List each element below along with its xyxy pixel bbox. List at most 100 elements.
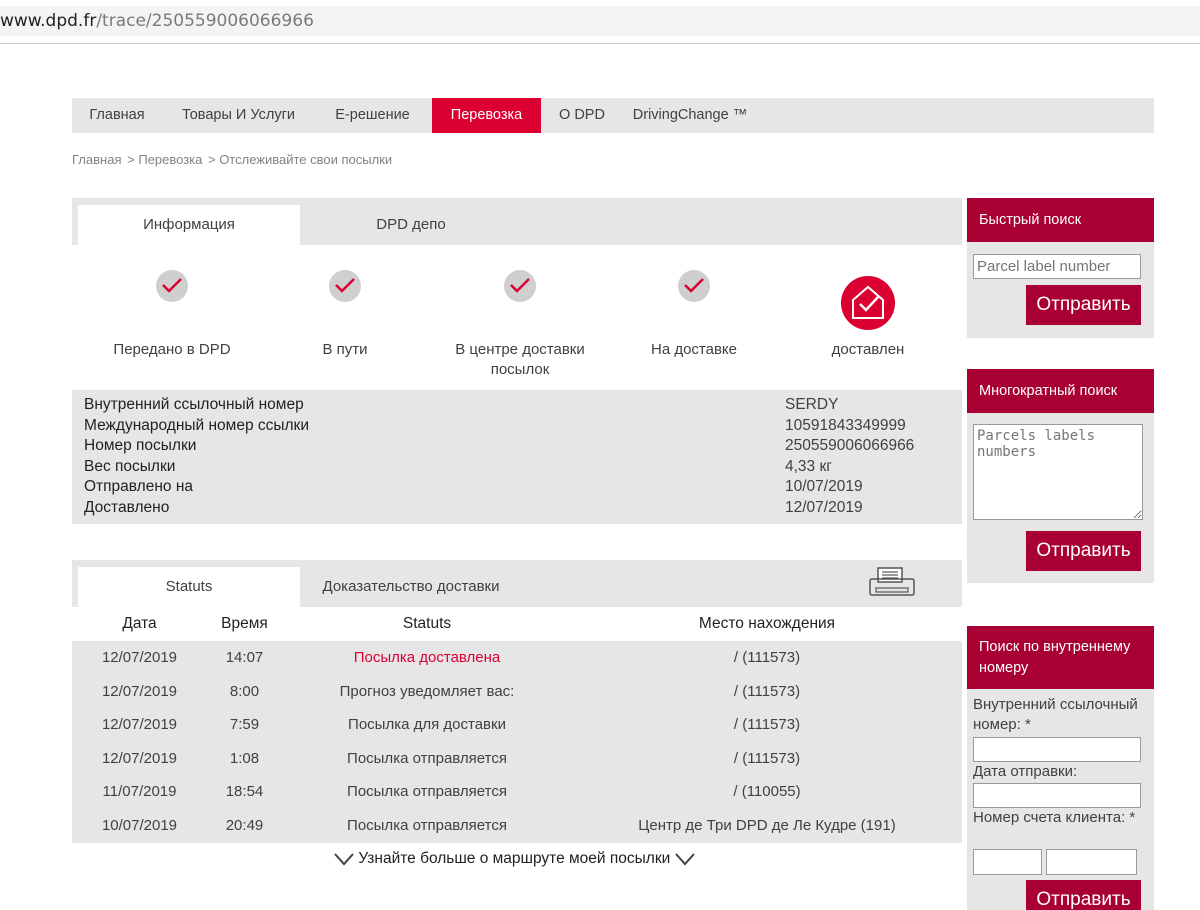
step-label: На доставке bbox=[650, 341, 738, 358]
info-value: 250559006066966 bbox=[785, 437, 915, 454]
event-status: Посылка доставлена bbox=[353, 649, 501, 666]
check-icon bbox=[329, 270, 361, 302]
nav-item-products[interactable]: Товары И Услуги bbox=[168, 98, 309, 133]
info-tabs: Информация DPD депо bbox=[72, 198, 962, 245]
reference-search-submit-button[interactable]: Отправить bbox=[1026, 880, 1141, 910]
chevron-down-icon bbox=[674, 853, 695, 866]
info-key: Номер посылки bbox=[84, 437, 197, 454]
info-value: 12/07/2019 bbox=[785, 498, 863, 516]
info-key: Международный номер ссылки bbox=[84, 416, 309, 434]
nav-item-about[interactable]: О DPD bbox=[549, 98, 615, 133]
table-row: 12/07/2019 1:08 Посылка отправляется / (… bbox=[72, 742, 962, 776]
event-time: 18:54 bbox=[225, 783, 264, 800]
step-delivered: доставлен bbox=[813, 276, 923, 360]
event-date: 10/07/2019 bbox=[101, 816, 178, 834]
reference-number-field[interactable] bbox=[973, 737, 1141, 762]
parcels-labels-textarea[interactable] bbox=[973, 424, 1143, 520]
info-value: SERDY bbox=[785, 396, 839, 413]
more-route-label: Узнайте больше о маршруте моей посылки bbox=[358, 850, 671, 867]
step-label: доставлен bbox=[831, 341, 905, 358]
info-value: 4,33 кг bbox=[785, 457, 832, 475]
event-time: 20:49 bbox=[225, 816, 264, 834]
breadcrumb-current: > Отслеживайте свои посылки bbox=[207, 152, 393, 167]
ship-date-label: Дата отправки: bbox=[973, 763, 1078, 780]
reference-search-title: Поиск по внутреннему номеру bbox=[967, 626, 1154, 689]
url-text[interactable]: www.dpd.fr/trace/250559006066966 bbox=[0, 11, 314, 31]
event-status: Посылка отправляется bbox=[347, 749, 507, 767]
tab-dpd-depot[interactable]: DPD депо bbox=[300, 205, 522, 245]
info-key: Отправлено на bbox=[84, 478, 193, 495]
table-row: 12/07/2019 14:07 Посылка доставлена / (1… bbox=[72, 641, 962, 675]
tab-information[interactable]: Информация bbox=[78, 205, 300, 245]
info-key: Внутренний ссылочный номер bbox=[84, 396, 304, 413]
event-status: Посылка отправляется bbox=[347, 783, 507, 800]
event-date: 12/07/2019 bbox=[101, 682, 178, 700]
quick-search-title: Быстрый поиск bbox=[967, 198, 1154, 242]
url-path: /trace/250559006066966 bbox=[96, 11, 314, 31]
event-place: / (110055) bbox=[733, 783, 801, 800]
info-row: Внутренний ссылочный номер SERDY bbox=[72, 396, 962, 417]
event-place: / (111573) bbox=[733, 682, 801, 700]
quick-search-box: Быстрый поиск Отправить bbox=[967, 198, 1154, 338]
header-status: Statuts bbox=[402, 615, 452, 632]
info-row: Международный номер ссылки 10591843349999 bbox=[72, 417, 962, 438]
table-body: 12/07/2019 14:07 Посылка доставлена / (1… bbox=[72, 641, 962, 843]
quick-search-submit-button[interactable]: Отправить bbox=[1026, 285, 1141, 325]
multi-search-title: Многократный поиск bbox=[967, 369, 1154, 413]
table-row: 12/07/2019 7:59 Посылка для доставки / (… bbox=[72, 708, 962, 742]
header-time: Время bbox=[221, 615, 268, 632]
nav-item-e-solutions[interactable]: E-решение bbox=[316, 98, 429, 133]
url-host: www.dpd.fr bbox=[0, 11, 97, 31]
info-value: 10591843349999 bbox=[785, 416, 906, 434]
tab-statuts[interactable]: Statuts bbox=[78, 567, 300, 607]
check-icon bbox=[156, 270, 188, 302]
parcel-info-table: Внутренний ссылочный номер SERDY Междунар… bbox=[72, 390, 962, 524]
event-status: Посылка отправляется bbox=[347, 816, 507, 834]
step-at-depot: В центре доставки посылок bbox=[440, 270, 600, 380]
step-in-transit: В пути bbox=[295, 270, 395, 360]
table-row: 10/07/2019 20:49 Посылка отправляется Це… bbox=[72, 809, 962, 843]
event-place: Центр де Три DPD де Ле Кудре (191) bbox=[638, 816, 896, 834]
event-date: 12/07/2019 bbox=[101, 649, 178, 666]
ship-date-field[interactable] bbox=[973, 783, 1141, 808]
event-place: / (111573) bbox=[733, 749, 801, 767]
breadcrumb-home[interactable]: Главная bbox=[72, 152, 121, 167]
event-time: 14:07 bbox=[225, 649, 264, 666]
table-header: Дата Время Statuts Место нахождения bbox=[72, 615, 962, 641]
nav-item-transport[interactable]: Перевозка bbox=[432, 98, 541, 133]
event-date: 11/07/2019 bbox=[102, 783, 177, 800]
printer-icon[interactable] bbox=[868, 566, 916, 598]
header-date: Дата bbox=[122, 615, 157, 632]
event-time: 8:00 bbox=[229, 682, 260, 700]
event-time: 1:08 bbox=[229, 749, 260, 767]
multi-search-box: Многократный поиск Отправить bbox=[967, 369, 1154, 583]
check-icon bbox=[504, 270, 536, 302]
tab-proof-of-delivery[interactable]: Доказательство доставки bbox=[300, 567, 522, 607]
event-date: 12/07/2019 bbox=[101, 749, 178, 767]
parcel-label-input[interactable] bbox=[973, 254, 1141, 279]
event-status: Посылка для доставки bbox=[348, 716, 506, 733]
step-label: Передано в DPD bbox=[113, 341, 231, 358]
customer-account-field-1[interactable] bbox=[973, 849, 1042, 875]
customer-account-label: Номер счета клиента: * bbox=[973, 809, 1136, 826]
more-route-link[interactable]: Узнайте больше о маршруте моей посылки bbox=[334, 850, 695, 868]
chevron-down-icon bbox=[334, 853, 354, 866]
delivery-progress: Передано в DPD В пути В центре доставки … bbox=[72, 270, 962, 380]
browser-url-bar[interactable]: www.dpd.fr/trace/250559006066966 bbox=[0, 0, 1200, 44]
step-handed-to-dpd: Передано в DPD bbox=[97, 270, 247, 360]
reference-search-box: Поиск по внутреннему номеру Внутренний с… bbox=[967, 626, 1154, 910]
breadcrumb-transport[interactable]: > Перевозка bbox=[127, 152, 202, 167]
tracking-events-table: Дата Время Statuts Место нахождения 12/0… bbox=[72, 615, 962, 843]
reference-number-label: Внутренний ссылочный номер: * bbox=[973, 696, 1138, 733]
nav-item-drivingchange[interactable]: DrivingChange ™ bbox=[625, 98, 755, 133]
event-date: 12/07/2019 bbox=[101, 716, 178, 733]
check-icon bbox=[678, 270, 710, 302]
info-value: 10/07/2019 bbox=[785, 478, 863, 495]
customer-account-field-2[interactable] bbox=[1046, 849, 1137, 875]
nav-item-home[interactable]: Главная bbox=[72, 98, 162, 133]
multi-search-submit-button[interactable]: Отправить bbox=[1026, 531, 1141, 571]
breadcrumb: Главная > Перевозка > Отслеживайте свои … bbox=[72, 152, 394, 167]
main-navigation: Главная Товары И Услуги E-решение Перево… bbox=[72, 98, 1154, 133]
info-row: Отправлено на 10/07/2019 bbox=[72, 478, 962, 499]
info-row: Доставлено 12/07/2019 bbox=[72, 499, 962, 520]
